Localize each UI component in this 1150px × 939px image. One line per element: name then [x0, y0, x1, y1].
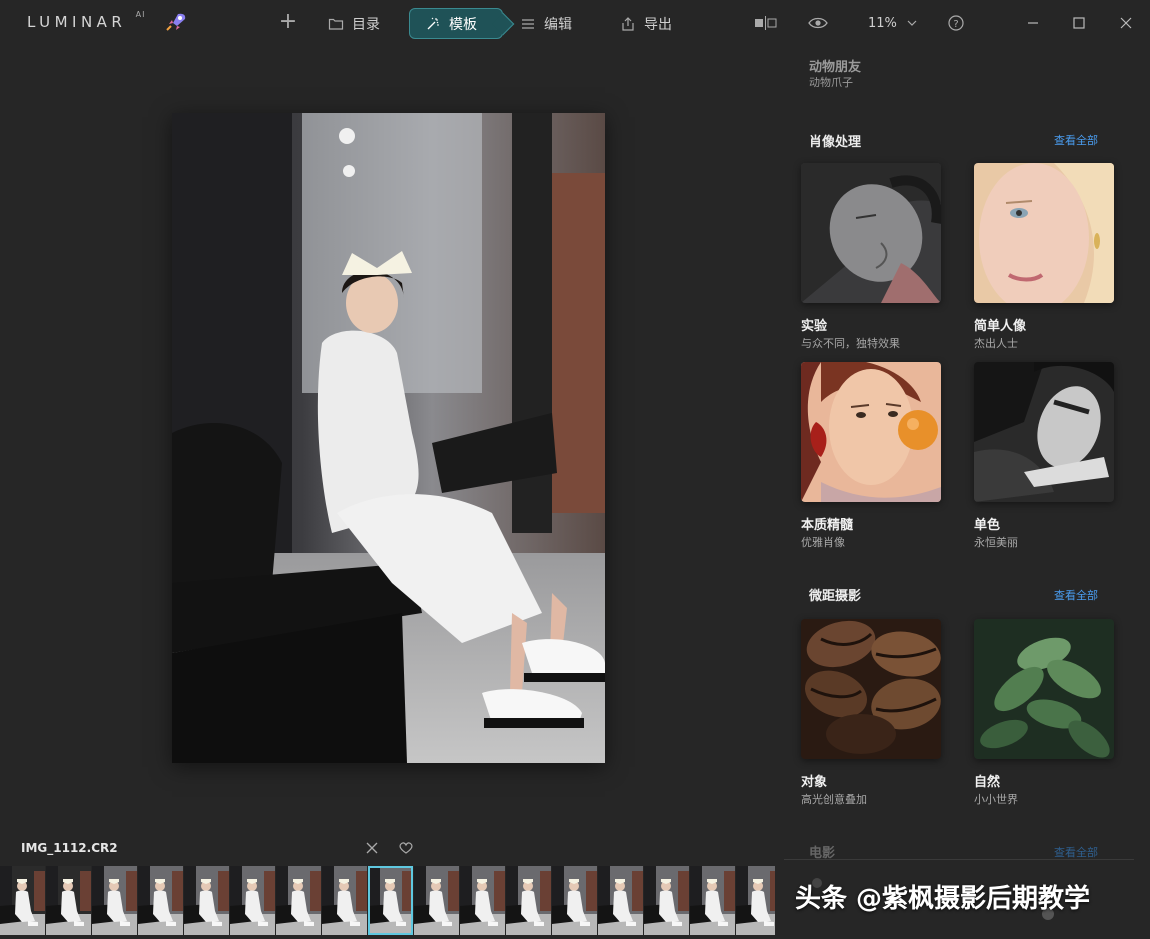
svg-text:?: ? [953, 19, 958, 30]
template-thumbnail [801, 362, 941, 502]
zoom-value: 11% [868, 15, 897, 31]
section-title-portrait: 肖像处理 [809, 135, 862, 150]
tab-export-label: 导出 [644, 16, 672, 33]
template-title: 单色 [974, 518, 1001, 533]
see-all-macro-link[interactable]: 查看全部 [1054, 587, 1098, 603]
tab-catalog-label: 目录 [352, 16, 380, 33]
heart-icon[interactable] [398, 840, 414, 856]
section-title-animals: 动物朋友 [809, 60, 862, 75]
top-bar: LUMINAR AI + 目录 模板 编辑 导出 11% ? [0, 0, 1150, 46]
filmstrip-thumbnail[interactable] [0, 866, 45, 935]
filmstrip-thumbnail[interactable] [736, 866, 775, 935]
template-title: 自然 [974, 775, 1001, 790]
template-card-essence[interactable]: 本质精髓 优雅肖像 [801, 362, 941, 550]
magic-wand-icon [427, 17, 439, 29]
template-thumbnail [801, 619, 941, 759]
template-card-nature[interactable]: 自然 小小世界 [974, 619, 1114, 807]
rocket-icon[interactable] [164, 11, 188, 33]
zoom-dropdown[interactable]: 11% [868, 13, 917, 33]
filmstrip-thumbnail[interactable] [46, 866, 91, 935]
template-card-simple-portrait[interactable]: 简单人像 杰出人士 [974, 163, 1114, 351]
filmstrip-thumbnail[interactable] [460, 866, 505, 935]
photo-image [172, 113, 605, 763]
tab-export[interactable]: 导出 [620, 8, 672, 39]
template-card-monochrome[interactable]: 单色 永恒美丽 [974, 362, 1114, 550]
template-thumbnail [974, 163, 1114, 303]
template-thumbnail [974, 619, 1114, 759]
filmstrip-thumbnail[interactable] [414, 866, 459, 935]
filmstrip-thumbnail[interactable] [322, 866, 367, 935]
tab-templates[interactable]: 模板 [409, 8, 503, 39]
template-subtitle: 永恒美丽 [974, 536, 1018, 549]
template-title: 本质精髓 [801, 518, 854, 533]
compare-icon[interactable] [754, 13, 778, 33]
filmstrip-thumbnail[interactable] [138, 866, 183, 935]
eye-icon[interactable] [808, 13, 828, 33]
filmstrip-thumbnail[interactable] [184, 866, 229, 935]
file-name: IMG_1112.CR2 [21, 841, 118, 855]
main-photo[interactable] [172, 113, 605, 763]
maximize-icon[interactable] [1069, 13, 1089, 33]
tab-templates-label: 模板 [449, 16, 477, 33]
filmstrip-thumbnail[interactable] [368, 866, 413, 935]
template-title: 简单人像 [974, 319, 1027, 334]
template-card-experimental[interactable]: 实验 与众不同，独特效果 [801, 163, 941, 351]
filmstrip-thumbnail[interactable] [598, 866, 643, 935]
filmstrip-thumbnail[interactable] [92, 866, 137, 935]
template-subtitle: 优雅肖像 [801, 536, 845, 549]
template-thumbnail [801, 163, 941, 303]
section-title-macro: 微距摄影 [809, 589, 862, 604]
section-subtitle-animals: 动物爪子 [809, 76, 853, 89]
filmstrip-thumbnail[interactable] [644, 866, 689, 935]
template-subtitle: 与众不同，独特效果 [801, 337, 900, 350]
chevron-down-icon [907, 20, 917, 26]
template-title: 实验 [801, 319, 828, 334]
watermark-text: 头条 @紫枫摄影后期教学 [795, 884, 1091, 914]
panel-divider [784, 859, 1134, 860]
close-icon[interactable] [1116, 13, 1136, 33]
template-thumbnail [974, 362, 1114, 502]
export-icon [622, 16, 634, 31]
template-title: 对象 [801, 775, 828, 790]
filmstrip [0, 866, 775, 936]
template-subtitle: 高光创意叠加 [801, 793, 867, 806]
templates-panel: 动物朋友 动物爪子 肖像处理 查看全部 实验 与众不同，独特效果 简单人像 杰出… [784, 46, 1150, 939]
filmstrip-thumbnail[interactable] [230, 866, 275, 935]
filmstrip-thumbnail[interactable] [552, 866, 597, 935]
sliders-icon [522, 18, 534, 29]
template-card-objects[interactable]: 对象 高光创意叠加 [801, 619, 941, 807]
tab-catalog[interactable]: 目录 [328, 8, 380, 39]
add-icon[interactable]: + [278, 10, 298, 34]
template-subtitle: 小小世界 [974, 793, 1018, 806]
minimize-icon[interactable] [1023, 13, 1043, 33]
see-all-portrait-link[interactable]: 查看全部 [1054, 132, 1098, 148]
template-subtitle: 杰出人士 [974, 337, 1018, 350]
tab-edit-label: 编辑 [544, 16, 572, 33]
close-icon[interactable] [364, 840, 380, 856]
folder-icon [328, 18, 344, 30]
filmstrip-thumbnail[interactable] [276, 866, 321, 935]
filmstrip-thumbnail[interactable] [506, 866, 551, 935]
see-all-film-link[interactable]: 查看全部 [1054, 844, 1098, 860]
filmstrip-thumbnail[interactable] [690, 866, 735, 935]
app-logo: LUMINAR AI [27, 10, 146, 31]
tab-edit[interactable]: 编辑 [520, 8, 572, 39]
help-icon[interactable]: ? [947, 13, 965, 33]
